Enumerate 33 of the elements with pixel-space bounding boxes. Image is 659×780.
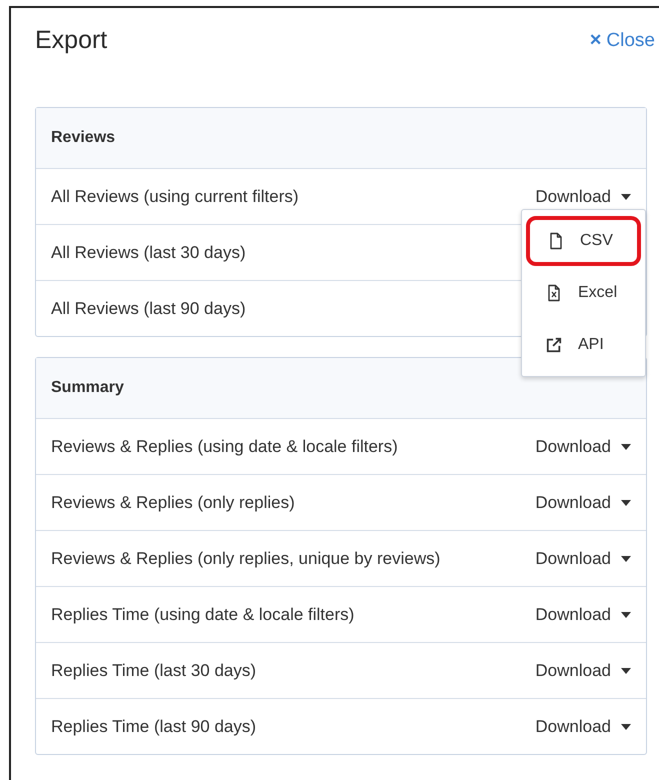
export-label: Reviews & Replies (using date & locale filters) xyxy=(51,436,398,456)
caret-icon xyxy=(621,444,631,450)
export-label: Replies Time (using date & locale filters) xyxy=(51,604,354,624)
download-dropdown[interactable]: Download xyxy=(535,186,631,206)
menu-item[interactable]: Excel xyxy=(526,268,641,318)
export-label: All Reviews (last 30 days) xyxy=(51,242,246,262)
export-label: All Reviews (last 90 days) xyxy=(51,298,246,318)
menu-item[interactable]: CSV xyxy=(526,216,641,266)
download-dropdown[interactable]: Download xyxy=(535,716,631,736)
caret-icon xyxy=(621,724,631,730)
download-dropdown[interactable]: Download xyxy=(535,436,631,456)
caret-icon xyxy=(621,612,631,618)
panel-header: Summary xyxy=(36,358,646,419)
download-dropdown[interactable]: Download xyxy=(535,548,631,568)
download-dropdown[interactable]: Download xyxy=(535,604,631,624)
export-label: Replies Time (last 30 days) xyxy=(51,660,256,680)
download-dropdown[interactable]: Download xyxy=(535,492,631,512)
export-label: All Reviews (using current filters) xyxy=(51,186,299,206)
panel-header: Reviews xyxy=(36,108,646,169)
file-icon xyxy=(548,232,564,250)
export-label: Replies Time (last 90 days) xyxy=(51,716,256,736)
close-link[interactable]: × Close xyxy=(590,29,655,52)
caret-icon xyxy=(621,194,631,200)
external-link-icon xyxy=(546,336,562,354)
download-dropdown[interactable]: Download xyxy=(535,660,631,680)
dialog-title: Export xyxy=(35,26,108,55)
export-label: Reviews & Replies (only replies, unique by reviews) xyxy=(51,548,440,568)
close-icon: × xyxy=(590,29,602,52)
export-label: Reviews & Replies (only replies) xyxy=(51,492,295,512)
caret-icon xyxy=(621,500,631,506)
spreadsheet-file-icon xyxy=(546,284,562,302)
caret-icon xyxy=(621,668,631,674)
caret-icon xyxy=(621,556,631,562)
